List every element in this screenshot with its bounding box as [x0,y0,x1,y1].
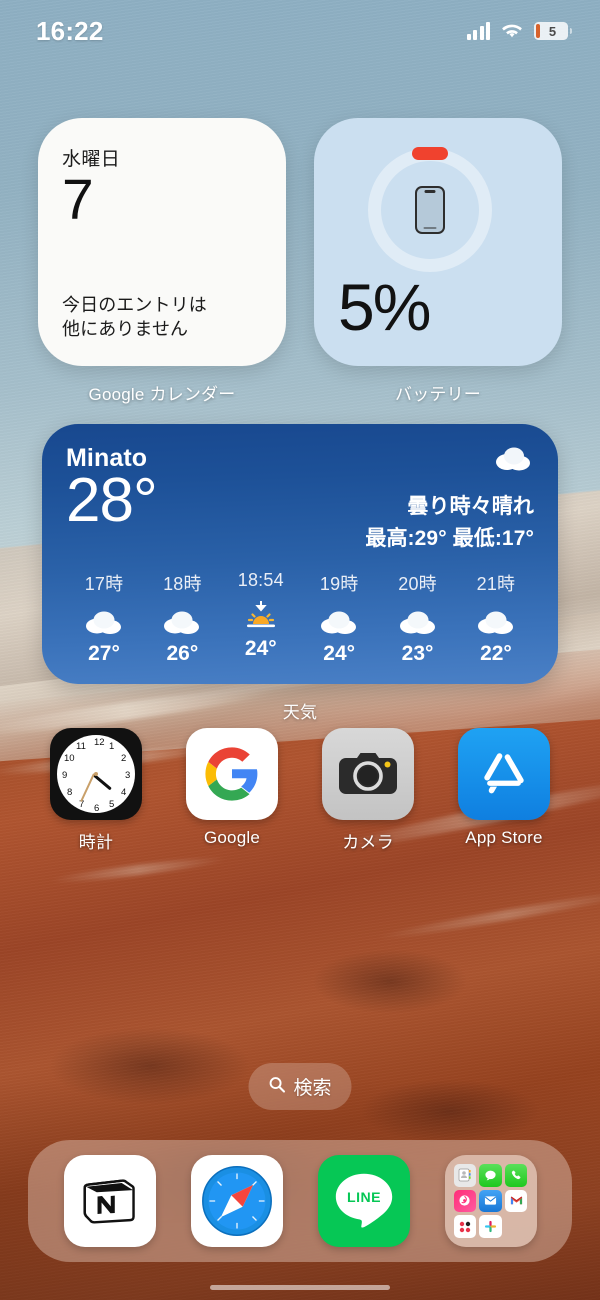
wallpaper-shadow [312,949,468,1014]
home-indicator [210,1285,390,1290]
cellular-signal-icon [466,22,490,40]
clock-center-pin [94,772,98,776]
weather-hourly-forecast: 17時 27° 18時 26° 18:54 24° 19時 24° 20時 23… [66,570,534,666]
app-store-app-icon[interactable] [458,728,550,820]
app-icon-app-store[interactable]: App Store [448,728,560,853]
cloud-icon [494,444,534,476]
battery-widget[interactable]: 5% [314,118,562,366]
notion-app-icon[interactable] [63,1155,156,1247]
gmail-icon [504,1189,528,1213]
dock: LINE [28,1140,572,1262]
google-calendar-widget[interactable]: 水曜日 7 今日のエントリは 他にありません [38,118,286,366]
app-icon-clock[interactable]: 12 1 2 3 4 5 6 7 8 9 10 11 時計 [40,728,152,853]
safari-app-icon[interactable] [190,1155,283,1247]
calendar-empty-line-2: 他にありません [62,319,189,340]
line-app-icon[interactable]: LINE [317,1155,410,1247]
contacts-icon [453,1164,477,1187]
calendar-widget-container[interactable]: 水曜日 7 今日のエントリは 他にありません Google カレンダー [38,118,286,405]
cloud-icon [319,602,359,638]
hourly-temp: 24° [323,642,356,665]
search-icon [268,1076,286,1098]
svg-text:LINE: LINE [347,1189,381,1205]
hourly-item: 18:54 24° [225,570,297,666]
hourly-item: 18時 26° [146,570,218,666]
status-bar-time: 16:22 [36,15,104,46]
app-label: Google [203,828,261,847]
calendar-empty-line-1: 今日のエントリは [62,295,207,316]
weather-widget[interactable]: Minato 28° 曇り時々晴れ 最高:29° 最低:17° 17時 27° … [42,424,558,684]
weather-temperature: 28° [66,466,158,535]
app-grid-row-1: 12 1 2 3 4 5 6 7 8 9 10 11 時計 Google カメラ… [0,728,600,853]
sunset-icon [241,597,281,633]
clock-hour-hand [92,774,112,791]
weather-widget-label: 天気 [282,703,318,722]
app-label: App Store [465,828,543,847]
calendar-empty-message: 今日のエントリは 他にありません [62,294,262,342]
hourly-item: 21時 22° [460,570,532,666]
search-label: 検索 [293,1078,332,1099]
cloud-icon [84,602,124,638]
cloud-icon [398,602,438,638]
calendar-day-of-week: 水曜日 [62,149,121,170]
hourly-time: 18:54 [237,570,284,590]
battery-percent-text: 5% [338,270,431,344]
battery-widget-label: バッテリー [395,385,481,404]
battery-ring-arc [412,147,448,160]
clock-minute-hand [79,772,95,803]
hourly-time: 19時 [319,574,359,594]
mail-icon [479,1189,502,1213]
clock-face: 12 1 2 3 4 5 6 7 8 9 10 11 [57,735,135,814]
status-bar-indicators: 5 [466,22,572,40]
battery-widget-container[interactable]: 5% バッテリー [314,118,562,405]
app-folder-icon[interactable] [444,1155,537,1247]
weather-detail: 曇り時々晴れ 最高:29° 最低:17° [365,444,534,552]
battery-ring [368,147,492,272]
hourly-time: 21時 [476,574,516,594]
iphone-icon [415,186,445,234]
battery-level-text: 5 [548,23,557,39]
hourly-temp: 26° [166,642,199,665]
hourly-item: 19時 24° [303,570,375,666]
photos-icon [453,1189,477,1213]
hourly-temp: 23° [401,642,434,665]
google-app-icon[interactable] [186,728,278,820]
hourly-item: 20時 23° [382,570,454,666]
calendar-widget-label: Google カレンダー [88,385,236,404]
search-button[interactable]: 検索 [248,1063,352,1110]
hourly-item: 17時 27° [68,570,140,666]
hourly-time: 18時 [163,574,202,594]
status-bar: 16:22 5 [0,0,600,62]
app-icon-google[interactable]: Google [176,728,288,853]
cloud-icon [476,602,516,638]
widget-row-top: 水曜日 7 今日のエントリは 他にありません Google カレンダー 5% バ… [38,118,562,405]
hourly-temp: 22° [480,642,512,665]
hourly-temp: 24° [244,637,277,660]
messages-icon [479,1164,502,1187]
hourly-temp: 27° [88,642,120,665]
phone-icon [504,1164,528,1187]
cloud-icon [162,602,202,638]
red-dots-icon [453,1215,477,1238]
clock-app-icon[interactable]: 12 1 2 3 4 5 6 7 8 9 10 11 [50,728,142,820]
weather-condition: 曇り時々晴れ [407,495,534,518]
slack-icon [479,1215,502,1238]
app-icon-camera[interactable]: カメラ [312,728,424,853]
app-label: 時計 [78,833,114,852]
camera-app-icon[interactable] [322,728,414,820]
hourly-time: 17時 [84,574,124,594]
app-label: カメラ [342,833,394,852]
wifi-icon [501,22,523,40]
calendar-day-number: 7 [62,168,94,232]
weather-high-low: 最高:29° 最低:17° [365,527,534,550]
weather-summary: Minato 28° 曇り時々晴れ 最高:29° 最低:17° [66,444,534,552]
weather-current: Minato 28° [66,444,158,552]
battery-icon: 5 [534,22,572,40]
hourly-time: 20時 [398,574,437,594]
weather-widget-container[interactable]: Minato 28° 曇り時々晴れ 最高:29° 最低:17° 17時 27° … [42,424,558,723]
